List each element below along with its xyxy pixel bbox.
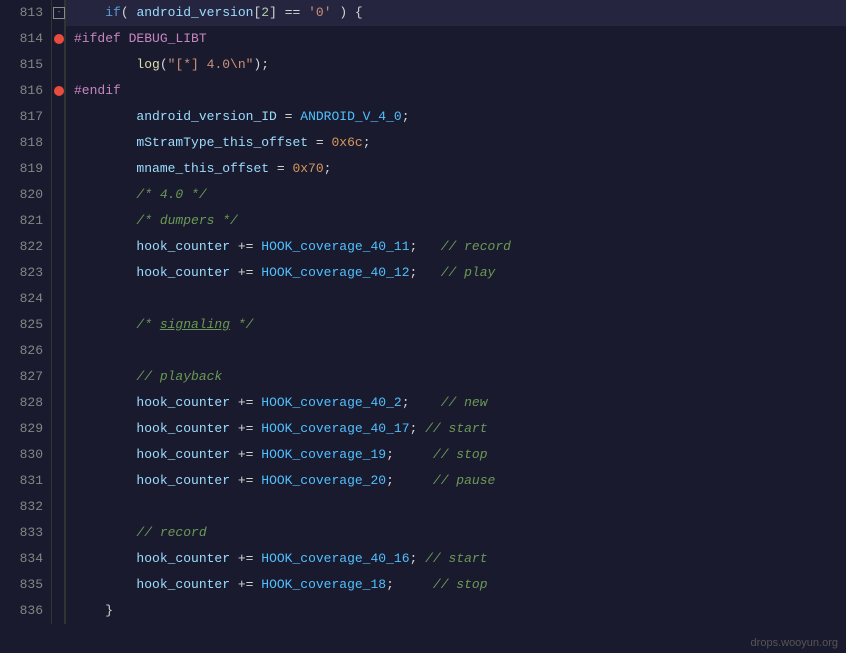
line-number: 813 (0, 0, 52, 26)
line-gutter (52, 26, 66, 52)
code-line: // playback (66, 364, 846, 390)
line-gutter (52, 364, 66, 390)
line-gutter (52, 78, 66, 104)
line-number: 816 (0, 78, 52, 104)
code-line: /* 4.0 */ (66, 182, 846, 208)
line-number: 815 (0, 52, 52, 78)
code-line: hook_counter += HOOK_coverage_40_2; // n… (66, 390, 846, 416)
line-gutter (52, 390, 66, 416)
line-number: 828 (0, 390, 52, 416)
line-number: 827 (0, 364, 52, 390)
line-gutter (52, 416, 66, 442)
code-line: /* signaling */ (66, 312, 846, 338)
line-gutter (52, 208, 66, 234)
code-line: // record (66, 520, 846, 546)
code-row: 830 hook_counter += HOOK_coverage_19; //… (0, 442, 846, 468)
code-line (66, 286, 846, 312)
line-number: 819 (0, 156, 52, 182)
code-line: hook_counter += HOOK_coverage_20; // pau… (66, 468, 846, 494)
line-gutter (52, 468, 66, 494)
code-row: 813 - if( android_version[2] == '0' ) { (0, 0, 846, 26)
line-number: 834 (0, 546, 52, 572)
code-line: mStramType_this_offset = 0x6c; (66, 130, 846, 156)
line-gutter (52, 234, 66, 260)
code-editor: 813 - if( android_version[2] == '0' ) { … (0, 0, 846, 653)
line-gutter (52, 130, 66, 156)
code-row: 831 hook_counter += HOOK_coverage_20; //… (0, 468, 846, 494)
line-number: 833 (0, 520, 52, 546)
line-gutter (52, 338, 66, 364)
code-line: hook_counter += HOOK_coverage_40_12; // … (66, 260, 846, 286)
line-gutter (52, 260, 66, 286)
line-gutter (52, 156, 66, 182)
line-gutter (52, 494, 66, 520)
line-gutter (52, 546, 66, 572)
line-gutter (52, 598, 66, 624)
code-row: 835 hook_counter += HOOK_coverage_18; //… (0, 572, 846, 598)
line-number: 836 (0, 598, 52, 624)
line-number: 826 (0, 338, 52, 364)
line-number: 829 (0, 416, 52, 442)
code-row: 826 (0, 338, 846, 364)
code-row: 820 /* 4.0 */ (0, 182, 846, 208)
code-row: 829 hook_counter += HOOK_coverage_40_17;… (0, 416, 846, 442)
line-gutter (52, 182, 66, 208)
line-gutter (52, 442, 66, 468)
code-line: if( android_version[2] == '0' ) { (66, 0, 846, 26)
line-gutter: - (52, 0, 66, 26)
code-line: #ifdef DEBUG_LIBT (66, 26, 846, 52)
code-row: 836 } (0, 598, 846, 624)
code-line: hook_counter += HOOK_coverage_40_17; // … (66, 416, 846, 442)
code-row: 814 #ifdef DEBUG_LIBT (0, 26, 846, 52)
code-row: 825 /* signaling */ (0, 312, 846, 338)
line-gutter (52, 52, 66, 78)
line-number: 835 (0, 572, 52, 598)
code-row: 821 /* dumpers */ (0, 208, 846, 234)
line-number: 825 (0, 312, 52, 338)
code-line: #endif (66, 78, 846, 104)
code-line: hook_counter += HOOK_coverage_18; // sto… (66, 572, 846, 598)
code-row: 819 mname_this_offset = 0x70; (0, 156, 846, 182)
line-gutter (52, 520, 66, 546)
code-row: 834 hook_counter += HOOK_coverage_40_16;… (0, 546, 846, 572)
code-row: 822 hook_counter += HOOK_coverage_40_11;… (0, 234, 846, 260)
code-line: mname_this_offset = 0x70; (66, 156, 846, 182)
code-line: /* dumpers */ (66, 208, 846, 234)
code-line (66, 494, 846, 520)
code-row: 832 (0, 494, 846, 520)
line-gutter (52, 104, 66, 130)
line-gutter (52, 286, 66, 312)
line-number: 831 (0, 468, 52, 494)
line-number: 830 (0, 442, 52, 468)
line-number: 820 (0, 182, 52, 208)
line-number: 814 (0, 26, 52, 52)
line-number: 817 (0, 104, 52, 130)
code-line: android_version_ID = ANDROID_V_4_0; (66, 104, 846, 130)
code-line: log("[*] 4.0\n"); (66, 52, 846, 78)
line-number: 822 (0, 234, 52, 260)
code-row: 816 #endif (0, 78, 846, 104)
code-row: 827 // playback (0, 364, 846, 390)
line-gutter (52, 572, 66, 598)
line-number: 832 (0, 494, 52, 520)
code-row: 817 android_version_ID = ANDROID_V_4_0; (0, 104, 846, 130)
code-row: 818 mStramType_this_offset = 0x6c; (0, 130, 846, 156)
code-line: } (66, 598, 846, 624)
line-number: 823 (0, 260, 52, 286)
code-row: 823 hook_counter += HOOK_coverage_40_12;… (0, 260, 846, 286)
code-row: 828 hook_counter += HOOK_coverage_40_2; … (0, 390, 846, 416)
line-number: 821 (0, 208, 52, 234)
code-line: hook_counter += HOOK_coverage_19; // sto… (66, 442, 846, 468)
code-line (66, 338, 846, 364)
line-gutter (52, 312, 66, 338)
line-number: 818 (0, 130, 52, 156)
code-row: 824 (0, 286, 846, 312)
code-row: 833 // record (0, 520, 846, 546)
watermark-text: drops.wooyun.org (751, 637, 838, 649)
line-number: 824 (0, 286, 52, 312)
code-line: hook_counter += HOOK_coverage_40_11; // … (66, 234, 846, 260)
code-row: 815 log("[*] 4.0\n"); (0, 52, 846, 78)
code-line: hook_counter += HOOK_coverage_40_16; // … (66, 546, 846, 572)
